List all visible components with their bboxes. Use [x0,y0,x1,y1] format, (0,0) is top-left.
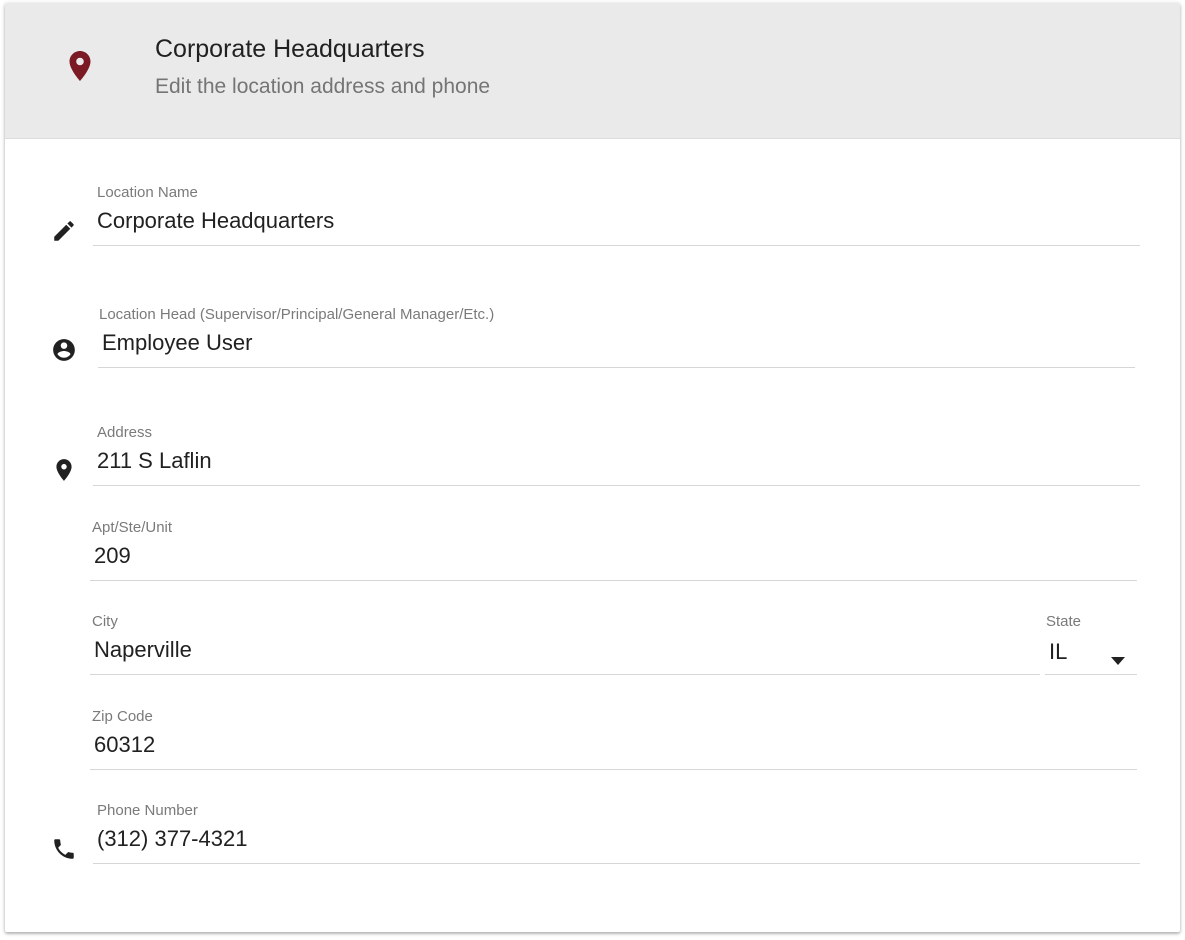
city-input[interactable]: Naperville [94,637,192,663]
chevron-down-icon[interactable] [1111,657,1125,665]
zip-underline [90,769,1137,770]
apt-field[interactable]: Apt/Ste/Unit 209 [90,519,1137,581]
zip-field[interactable]: Zip Code 60312 [90,708,1137,770]
location-pin-icon [69,51,91,81]
location-head-input[interactable]: Employee User [102,330,252,356]
location-name-label: Location Name [97,184,198,201]
location-name-field[interactable]: Location Name Corporate Headquarters [93,184,1140,246]
location-name-underline [93,245,1140,246]
card-header: Corporate Headquarters Edit the location… [5,3,1180,139]
state-selected-value: IL [1049,639,1068,664]
city-field[interactable]: City Naperville [90,613,1040,675]
city-label: City [92,613,118,630]
state-underline [1045,674,1137,675]
pencil-icon [54,221,74,241]
phone-underline [93,863,1140,864]
page-subtitle: Edit the location address and phone [155,75,491,98]
zip-input[interactable]: 60312 [94,732,155,758]
phone-field[interactable]: Phone Number (312) 377-4321 [93,802,1140,864]
location-head-field[interactable]: Location Head (Supervisor/Principal/Gene… [98,306,1135,368]
location-name-input[interactable]: Corporate Headquarters [97,208,334,234]
page-title: Corporate Headquarters [155,35,425,63]
apt-underline [90,580,1137,581]
apt-label: Apt/Ste/Unit [92,519,173,536]
apt-input[interactable]: 209 [94,543,131,569]
location-head-label: Location Head (Supervisor/Principal/Gene… [99,306,495,323]
location-pin-icon [56,459,72,481]
state-label: State [1046,613,1082,630]
phone-label: Phone Number [97,802,198,819]
phone-input[interactable]: (312) 377-4321 [97,826,247,852]
location-head-underline [98,367,1135,368]
zip-label: Zip Code [92,708,153,725]
account-circle-icon [53,339,75,361]
address-input[interactable]: 211 S Laflin [97,448,212,474]
address-underline [93,485,1140,486]
address-label: Address [97,424,153,441]
state-select[interactable]: State IL [1045,613,1137,675]
phone-icon [54,839,74,859]
location-edit-card: Corporate Headquarters Edit the location… [5,3,1180,932]
city-underline [90,674,1040,675]
address-field[interactable]: Address 211 S Laflin [93,424,1140,486]
